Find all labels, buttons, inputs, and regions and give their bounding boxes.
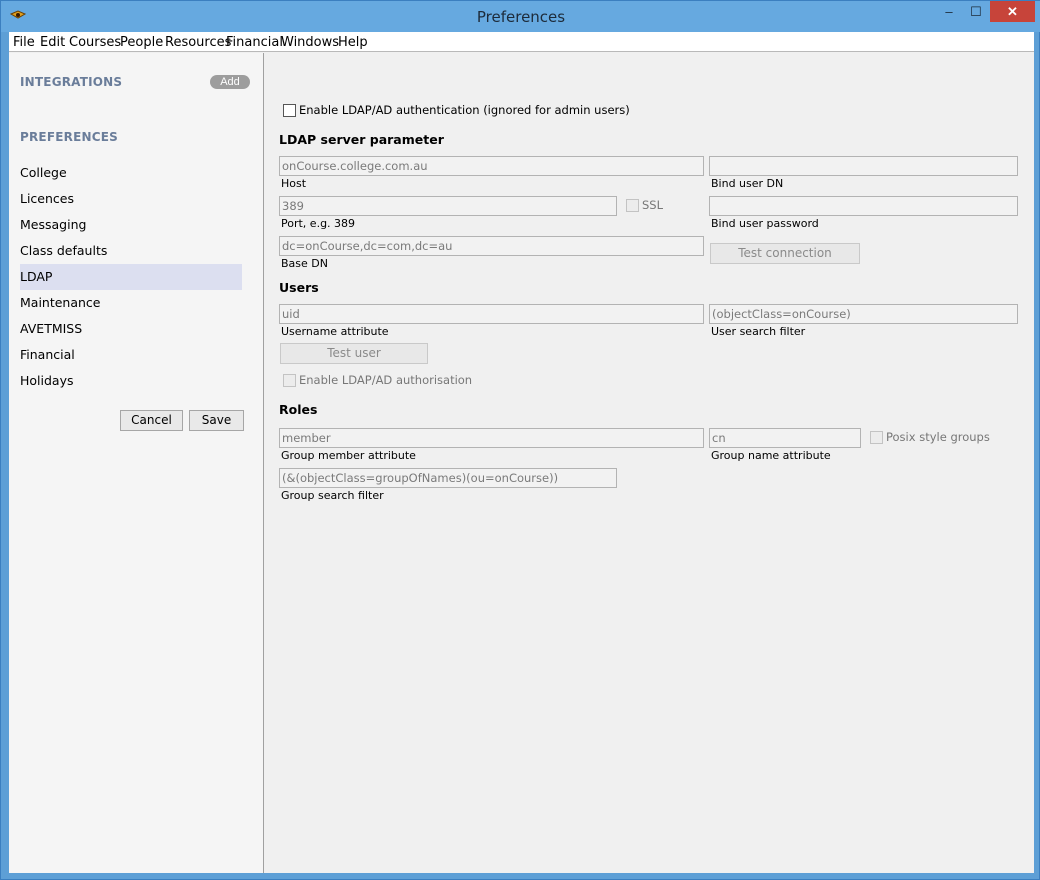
menu-bar: File Edit Courses People Resources Finan…	[9, 32, 1034, 52]
menu-file[interactable]: File	[13, 35, 35, 50]
base-dn-field[interactable]: dc=onCourse,dc=com,dc=au	[279, 236, 704, 256]
preferences-heading: PREFERENCES	[20, 130, 118, 144]
port-label: Port, e.g. 389	[281, 217, 356, 230]
client-area: File Edit Courses People Resources Finan…	[9, 32, 1034, 873]
menu-edit[interactable]: Edit	[40, 35, 65, 50]
group-search-filter-label: Group search filter	[281, 489, 384, 502]
sidebar-item-licences[interactable]: Licences	[20, 186, 242, 212]
username-attribute-label: Username attribute	[281, 325, 389, 338]
ldap-server-section-title: LDAP server parameter	[279, 132, 444, 147]
add-integration-button[interactable]: Add	[210, 75, 250, 89]
posix-groups-checkbox[interactable]	[870, 431, 883, 444]
sidebar-item-avetmiss[interactable]: AVETMISS	[20, 316, 242, 342]
port-field[interactable]: 389	[279, 196, 617, 216]
sidebar-item-holidays[interactable]: Holidays	[20, 368, 242, 394]
bind-user-password-field[interactable]	[709, 196, 1018, 216]
base-dn-label: Base DN	[281, 257, 328, 270]
menu-windows[interactable]: Windows	[281, 35, 339, 50]
group-name-attribute-label: Group name attribute	[711, 449, 831, 462]
test-user-button[interactable]: Test user	[280, 343, 428, 364]
group-member-attribute-field[interactable]: member	[279, 428, 704, 448]
window-title: Preferences	[476, 8, 566, 26]
menu-financial[interactable]: Financial	[226, 35, 283, 50]
test-connection-button[interactable]: Test connection	[710, 243, 860, 264]
sidebar: INTEGRATIONS Add PREFERENCES College Lic…	[9, 53, 264, 873]
ssl-label: SSL	[642, 198, 664, 212]
host-field[interactable]: onCourse.college.com.au	[279, 156, 704, 176]
enable-ldap-auth-label: Enable LDAP/AD authentication (ignored f…	[299, 103, 630, 117]
sidebar-item-messaging[interactable]: Messaging	[20, 212, 242, 238]
user-search-filter-label: User search filter	[711, 325, 806, 338]
cancel-button[interactable]: Cancel	[120, 410, 183, 431]
sidebar-item-college[interactable]: College	[20, 160, 242, 186]
menu-help[interactable]: Help	[338, 35, 368, 50]
title-bar[interactable]: Preferences – ☐ ✕	[1, 1, 1040, 32]
maximize-button[interactable]: ☐	[963, 1, 989, 22]
sidebar-item-maintenance[interactable]: Maintenance	[20, 290, 242, 316]
enable-ldap-authorisation-label: Enable LDAP/AD authorisation	[299, 373, 473, 387]
menu-resources[interactable]: Resources	[165, 35, 231, 50]
enable-ldap-authorisation-checkbox[interactable]	[283, 374, 296, 387]
sidebar-item-financial[interactable]: Financial	[20, 342, 242, 368]
ldap-panel: Enable LDAP/AD authentication (ignored f…	[266, 53, 1034, 873]
sidebar-item-class-defaults[interactable]: Class defaults	[20, 238, 242, 264]
integrations-heading: INTEGRATIONS	[20, 75, 123, 89]
group-member-attribute-label: Group member attribute	[281, 449, 416, 462]
ssl-checkbox[interactable]	[626, 199, 639, 212]
enable-ldap-auth-checkbox[interactable]	[283, 104, 296, 117]
bind-user-password-label: Bind user password	[711, 217, 819, 230]
menu-people[interactable]: People	[120, 35, 163, 50]
sidebar-item-ldap[interactable]: LDAP	[20, 264, 242, 290]
users-section-title: Users	[279, 280, 319, 295]
save-button[interactable]: Save	[189, 410, 244, 431]
bind-user-dn-field[interactable]	[709, 156, 1018, 176]
close-button[interactable]: ✕	[990, 1, 1035, 22]
group-name-attribute-field[interactable]: cn	[709, 428, 861, 448]
posix-groups-label: Posix style groups	[886, 430, 990, 444]
preferences-window: Preferences – ☐ ✕ File Edit Courses Peop…	[0, 0, 1040, 880]
group-search-filter-field[interactable]: (&(objectClass=groupOfNames)(ou=onCourse…	[279, 468, 617, 488]
roles-section-title: Roles	[279, 402, 318, 417]
user-search-filter-field[interactable]: (objectClass=onCourse)	[709, 304, 1018, 324]
minimize-button[interactable]: –	[935, 1, 963, 22]
bind-user-dn-label: Bind user DN	[711, 177, 784, 190]
menu-courses[interactable]: Courses	[69, 35, 121, 50]
host-label: Host	[281, 177, 307, 190]
username-attribute-field[interactable]: uid	[279, 304, 704, 324]
